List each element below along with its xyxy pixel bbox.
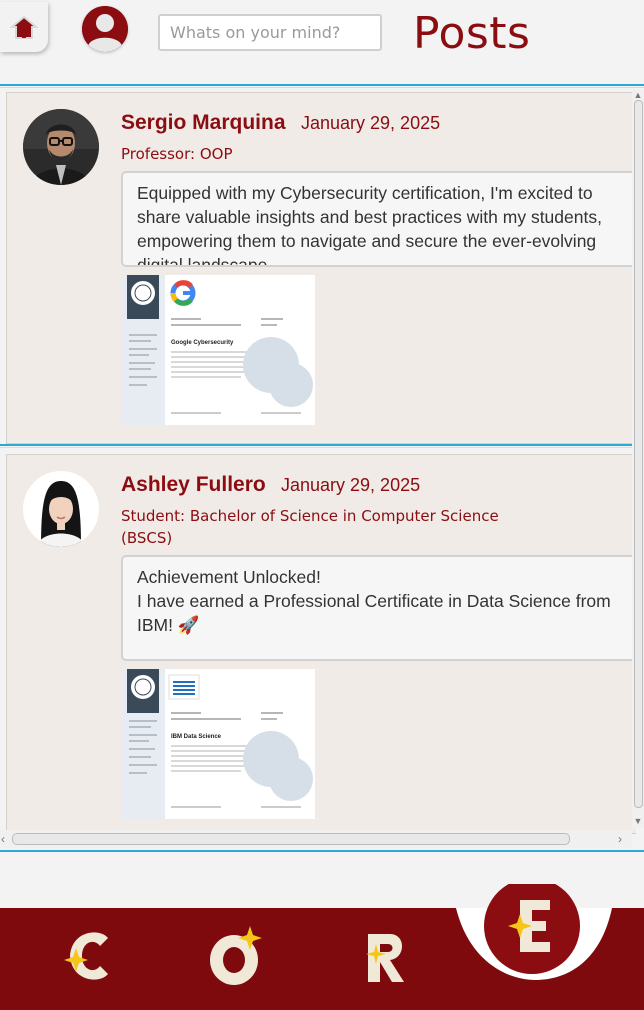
- author-avatar[interactable]: [23, 471, 99, 547]
- user-icon: [82, 6, 128, 52]
- post-content[interactable]: Achievement Unlocked! I have earned a Pr…: [121, 555, 641, 661]
- letter-o-star-icon: [210, 926, 262, 985]
- student-photo-icon: [23, 471, 99, 547]
- nav-item-o[interactable]: [204, 924, 268, 988]
- certificate-image[interactable]: IBM Data Science: [121, 669, 315, 819]
- letter-e-star-icon: [484, 878, 580, 974]
- home-button[interactable]: [0, 2, 48, 52]
- post-divider: [0, 444, 644, 446]
- page-title: Posts: [413, 8, 531, 59]
- post-card: Sergio Marquina January 29, 2025 Profess…: [6, 92, 641, 444]
- post-content[interactable]: Equipped with my Cybersecurity certifica…: [121, 171, 641, 267]
- scroll-right-icon[interactable]: ›: [618, 832, 622, 846]
- scroll-left-icon[interactable]: ‹: [1, 832, 5, 846]
- post-text: Equipped with my Cybersecurity certifica…: [137, 183, 602, 267]
- bottom-navigation: [0, 878, 644, 1010]
- author-name[interactable]: Ashley Fullero: [121, 473, 266, 497]
- post-card: Ashley Fullero January 29, 2025 Student:…: [6, 454, 641, 834]
- horizontal-scroll-thumb[interactable]: [12, 833, 570, 845]
- divider: [0, 84, 644, 86]
- svg-text:IBM Data Science: IBM Data Science: [171, 734, 222, 740]
- svg-text:Google Cybersecurity: Google Cybersecurity: [171, 340, 234, 346]
- scroll-up-icon[interactable]: ▲: [632, 90, 644, 100]
- header: Posts: [0, 0, 644, 84]
- search-input[interactable]: [158, 14, 382, 51]
- vertical-scrollbar[interactable]: ▲ ▼: [632, 90, 644, 828]
- author-role: Professor: OOP: [121, 145, 233, 163]
- nav-item-c[interactable]: [58, 924, 122, 988]
- certificate-thumbnail: Google Cybersecurity: [121, 275, 315, 425]
- horizontal-scrollbar[interactable]: ‹ ›: [0, 830, 632, 848]
- post-divider: [0, 447, 644, 448]
- nav-item-r[interactable]: [362, 930, 412, 986]
- profile-avatar-button[interactable]: [82, 6, 128, 52]
- letter-c-star-icon: [64, 932, 108, 980]
- post-text: Achievement Unlocked! I have earned a Pr…: [137, 567, 611, 635]
- post-date: January 29, 2025: [281, 475, 421, 495]
- divider: [0, 850, 644, 852]
- scroll-down-icon[interactable]: ▼: [632, 816, 644, 826]
- vertical-scroll-thumb[interactable]: [634, 100, 643, 808]
- posts-feed[interactable]: Sergio Marquina January 29, 2025 Profess…: [0, 88, 644, 848]
- home-icon: [9, 15, 39, 39]
- professor-photo-icon: [23, 109, 99, 185]
- post-date: January 29, 2025: [301, 113, 441, 133]
- author-name[interactable]: Sergio Marquina: [121, 111, 286, 135]
- certificate-thumbnail: IBM Data Science: [121, 669, 315, 819]
- author-role: Student: Bachelor of Science in Computer…: [121, 507, 499, 547]
- certificate-image[interactable]: Google Cybersecurity: [121, 275, 315, 425]
- nav-item-e-active[interactable]: [482, 878, 582, 974]
- letter-r-star-icon: [366, 934, 404, 982]
- author-avatar[interactable]: [23, 109, 99, 185]
